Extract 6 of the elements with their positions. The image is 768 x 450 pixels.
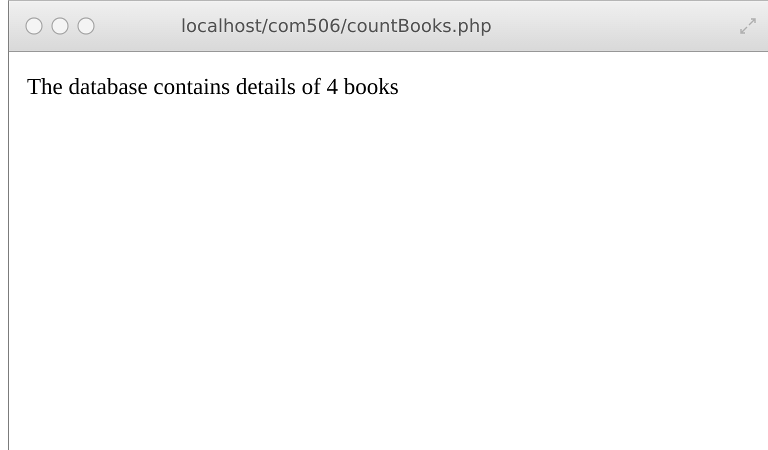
page-text: The database contains details of 4 books xyxy=(27,74,400,100)
window-title: localhost/com506/countBooks.php xyxy=(181,16,492,36)
zoom-icon[interactable] xyxy=(77,17,95,35)
fullscreen-icon[interactable] xyxy=(740,18,756,34)
close-icon[interactable] xyxy=(25,17,43,35)
minimize-icon[interactable] xyxy=(51,17,69,35)
